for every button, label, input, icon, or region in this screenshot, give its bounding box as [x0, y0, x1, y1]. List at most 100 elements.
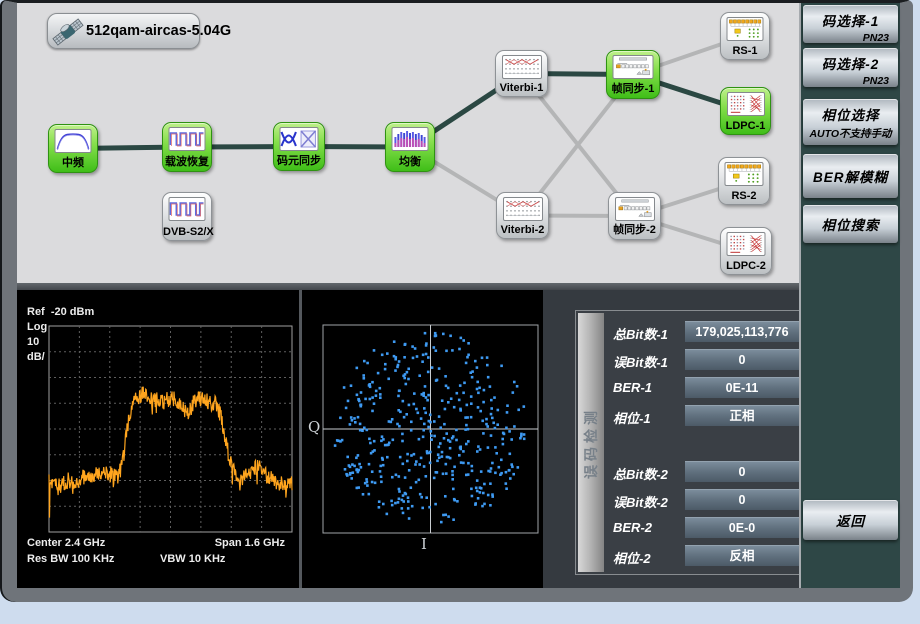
diagram-block-label: 载波恢复 — [163, 153, 211, 169]
diagram-block-label: 帧同步-2 — [609, 221, 660, 237]
diagram-block-label: LDPC-2 — [721, 260, 771, 272]
ber-row: BER-2 0E-0 — [576, 517, 808, 538]
constellation-i-axis-label: I — [421, 535, 427, 553]
diagram-block-frame-sync-1[interactable]: 帧同步-1 — [606, 50, 660, 99]
ber-row-label: 误Bit数-1 — [613, 352, 668, 371]
frame-sync-icon — [613, 55, 654, 79]
spectrum-rbw-label: Res BW 100 KHz — [27, 553, 114, 565]
diagram-block-dvb-s2x[interactable]: DVB-S2/X — [162, 192, 212, 241]
constellation-panel: Q I — [302, 290, 543, 588]
block-diagram: 512qam-aircas-5.04G 中频 载波恢复 码元同步 均衡 DVB-S2/X… — [17, 3, 799, 283]
sidebar-button-sublabel: AUTO不支持手动 — [803, 126, 898, 141]
ber-row-value: 179,025,113,776 — [685, 321, 799, 342]
diagram-block-label: LDPC-1 — [721, 120, 770, 132]
diagram-block-label: DVB-S2/X — [163, 226, 211, 238]
diagram-block-rs-2[interactable]: RS-2 — [718, 157, 770, 205]
bottom-panels: Ref -20 dBm Log 10 dB/ Center 2.4 GHz Sp… — [17, 290, 799, 588]
signal-title-button[interactable]: 512qam-aircas-5.04G — [47, 13, 200, 49]
ber-row-value: 0E-11 — [685, 377, 799, 398]
sidebar-button-phase-select[interactable]: 相位选择 AUTO不支持手动 — [803, 99, 898, 145]
diagram-block-symbol-sync[interactable]: 码元同步 — [273, 122, 325, 171]
spectrum-panel: Ref -20 dBm Log 10 dB/ Center 2.4 GHz Sp… — [17, 290, 299, 588]
trellis-icon — [503, 197, 543, 221]
diagram-block-viterbi-1[interactable]: Viterbi-1 — [495, 50, 548, 97]
app-window: 512qam-aircas-5.04G 中频 载波恢复 码元同步 均衡 DVB-S2/X… — [2, 0, 913, 602]
diagram-block-ldpc-1[interactable]: LDPC-1 — [720, 87, 771, 135]
ber-row-value: 反相 — [685, 545, 799, 566]
diagram-block-ldpc-2[interactable]: LDPC-2 — [720, 227, 772, 275]
diagram-block-label: 中频 — [49, 154, 97, 170]
sidebar-button-label: 码选择-2 — [803, 53, 898, 73]
sidebar-button-label: BER解模糊 — [813, 166, 888, 186]
ber-row-label: 相位-2 — [613, 548, 651, 567]
frame-sync-icon — [615, 197, 655, 221]
ber-row-label: 总Bit数-2 — [613, 464, 668, 483]
ber-box: 误码检测 总Bit数-1179,025,113,776误Bit数-10BER-1… — [575, 310, 809, 575]
sidebar-button-label: 相位选择 — [803, 104, 898, 124]
spectrum-span-label: Span 1.6 GHz — [215, 537, 285, 549]
ber-row-label: BER-2 — [613, 520, 652, 535]
constellation-q-axis-label: Q — [308, 418, 320, 436]
ber-row: 总Bit数-2 0 — [576, 461, 808, 482]
sidebar-button-label: 相位搜索 — [822, 214, 880, 234]
ber-row: 相位-1 正相 — [576, 405, 808, 426]
sidebar-button-sublabel: PN23 — [803, 75, 898, 87]
sidebar-button-phase-search[interactable]: 相位搜索 — [803, 205, 898, 243]
sidebar-button-back[interactable]: 返回 — [803, 500, 898, 540]
diagram-block-label: 均衡 — [386, 153, 434, 169]
sidebar-button-code-select-1[interactable]: 码选择-1 PN23 — [803, 5, 898, 43]
ber-row-label: BER-1 — [613, 380, 652, 395]
ber-row: 总Bit数-1 179,025,113,776 — [576, 321, 808, 342]
diagram-block-if[interactable]: 中频 — [48, 124, 98, 173]
ber-row: 误Bit数-2 0 — [576, 489, 808, 510]
diagram-block-rs-1[interactable]: RS-1 — [720, 12, 770, 60]
rs-decoder-icon — [725, 162, 764, 186]
ber-row: 相位-2 反相 — [576, 545, 808, 566]
ber-row-value: 0E-0 — [685, 517, 799, 538]
bandpass-spectrum-icon — [55, 129, 92, 153]
ber-row-value: 0 — [685, 489, 799, 510]
diagram-block-label: 码元同步 — [274, 152, 324, 168]
ldpc-decoder-icon — [727, 92, 765, 116]
diagram-block-viterbi-2[interactable]: Viterbi-2 — [496, 192, 549, 239]
ber-row-value: 正相 — [685, 405, 799, 426]
ber-row: BER-1 0E-11 — [576, 377, 808, 398]
spectrum-vbw-label: VBW 10 KHz — [160, 553, 225, 565]
ber-row-value: 0 — [685, 349, 799, 370]
diagram-block-frame-sync-2[interactable]: 帧同步-2 — [608, 192, 661, 240]
ldpc-decoder-icon — [727, 232, 766, 256]
diagram-block-label: Viterbi-1 — [496, 82, 547, 94]
spectrum-center-label: Center 2.4 GHz — [27, 537, 105, 549]
spectrum-ref-label: Ref -20 dBm — [27, 306, 94, 318]
diagram-block-carrier-recovery[interactable]: 载波恢复 — [162, 122, 212, 172]
equalizer-bars-icon — [392, 127, 429, 151]
screen: 512qam-aircas-5.04G 中频 载波恢复 码元同步 均衡 DVB-S2/X… — [0, 0, 920, 624]
eye-diagram-icon — [280, 127, 319, 151]
ber-row-label: 总Bit数-1 — [613, 324, 668, 343]
sidebar-button-ber-disambiguation[interactable]: BER解模糊 — [803, 154, 898, 198]
sidebar-button-label: 码选择-1 — [803, 10, 898, 30]
diagram-block-label: Viterbi-2 — [497, 224, 548, 236]
diagram-block-label: RS-2 — [719, 190, 769, 202]
main-area: 512qam-aircas-5.04G 中频 载波恢复 码元同步 均衡 DVB-S2/X… — [17, 3, 799, 588]
back-button-label: 返回 — [836, 510, 865, 530]
ber-panel: 误码检测 总Bit数-1179,025,113,776误Bit数-10BER-1… — [543, 290, 799, 588]
signal-title-label: 512qam-aircas-5.04G — [86, 14, 231, 48]
diagram-block-label: RS-1 — [721, 45, 769, 57]
sidebar-button-code-select-2[interactable]: 码选择-2 PN23 — [803, 48, 898, 87]
sidebar: 码选择-1 PN23 码选择-2 PN23 相位选择 AUTO不支持手动 BER解模糊相位搜… — [799, 3, 900, 588]
spectrum-scale-value: 10 — [27, 336, 39, 348]
diagram-panels-divider — [17, 283, 799, 290]
ber-row-label: 误Bit数-2 — [613, 492, 668, 511]
ber-row-label: 相位-1 — [613, 408, 651, 427]
ber-row-value: 0 — [685, 461, 799, 482]
spectrum-scale-unit: dB/ — [27, 351, 45, 363]
sidebar-button-sublabel: PN23 — [803, 32, 898, 44]
satellite-icon — [51, 14, 85, 55]
diagram-block-label: 帧同步-1 — [607, 80, 659, 96]
diagram-block-equalizer[interactable]: 均衡 — [385, 122, 435, 172]
square-wave-icon — [169, 127, 206, 151]
square-wave-icon — [169, 197, 206, 221]
ber-row: 误Bit数-1 0 — [576, 349, 808, 370]
trellis-icon — [502, 55, 542, 79]
